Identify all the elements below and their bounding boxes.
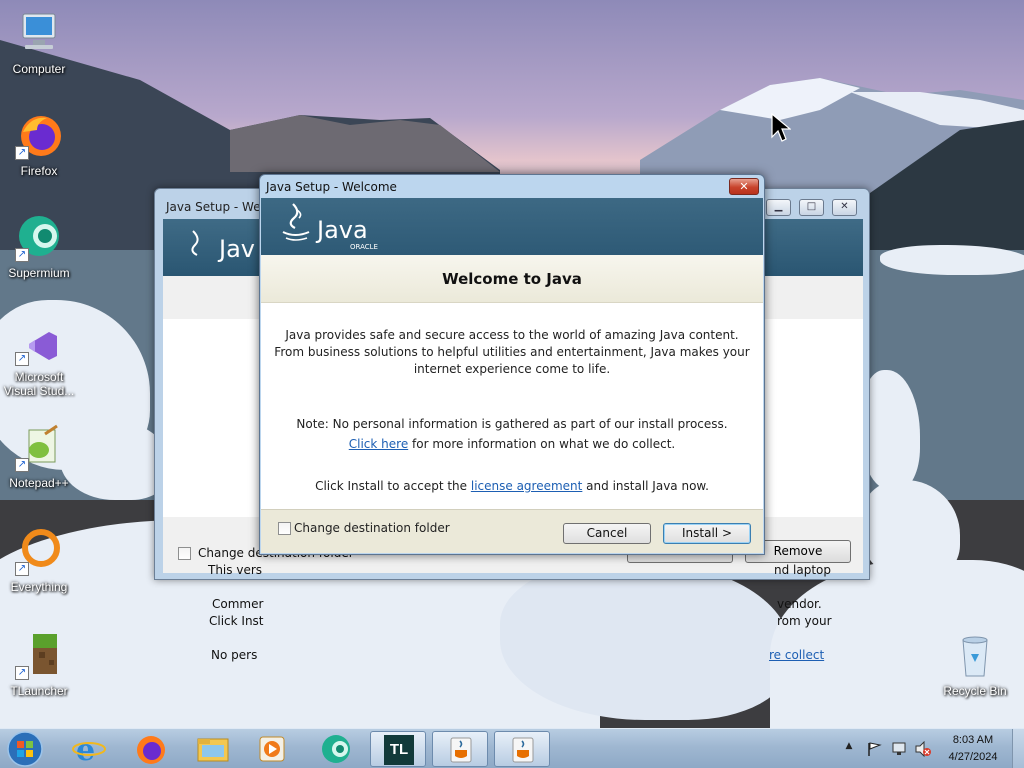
taskbar-supermium[interactable]: [308, 731, 364, 767]
shortcut-arrow-icon: ↗: [15, 562, 29, 576]
supermium-icon: [322, 735, 350, 763]
firefox-icon: [137, 736, 165, 764]
visual-studio-icon: ↗: [15, 326, 63, 366]
taskbar-tlauncher[interactable]: TL: [370, 731, 426, 767]
taskbar-file-explorer[interactable]: [184, 731, 240, 767]
cancel-button[interactable]: Cancel: [563, 523, 651, 544]
taskbar-java-setup-1[interactable]: [432, 731, 488, 767]
taskbar-media-player[interactable]: [244, 731, 300, 767]
taskbar-internet-explorer[interactable]: e: [62, 731, 118, 768]
minimize-button[interactable]: ▁: [766, 199, 791, 216]
start-button[interactable]: [6, 730, 44, 768]
everything-icon: ↗: [15, 528, 63, 576]
desktop-icon-label: Microsoft Visual Stud...: [3, 370, 75, 398]
firefox-icon: ↗: [15, 112, 63, 160]
desktop-icon-label: TLauncher: [10, 684, 68, 698]
desktop-icon-everything[interactable]: ↗ Everything: [0, 528, 78, 594]
license-agreement-link[interactable]: license agreement: [471, 479, 583, 493]
desktop-icon-supermium[interactable]: ↗ Supermium: [0, 214, 78, 280]
recycle-bin-icon: [951, 632, 999, 680]
background-text-line: vendor.: [777, 597, 822, 611]
java-cup-icon: [512, 737, 534, 763]
java-cup-icon: [450, 737, 472, 763]
more-info-line: Click here for more information on what …: [261, 437, 763, 451]
desktop-icon-label: Computer: [12, 62, 66, 76]
background-text-line: No pers: [211, 648, 258, 662]
install-instruction-suffix: and install Java now.: [582, 479, 709, 493]
media-player-icon: [259, 736, 285, 762]
background-text-line: rom your: [777, 614, 832, 628]
mouse-cursor-icon: [771, 113, 791, 142]
change-destination-checkbox[interactable]: [278, 522, 291, 535]
volume-muted-icon[interactable]: [914, 741, 932, 757]
intro-text-line: From business solutions to helpful utili…: [274, 345, 750, 359]
desktop-icon-label: Everything: [10, 580, 68, 594]
background-text-line: Commer: [212, 597, 264, 611]
welcome-heading: Welcome to Java: [442, 270, 582, 288]
install-button[interactable]: Install >: [663, 523, 751, 544]
background-text-line: nd laptop: [774, 563, 832, 577]
intro-text-line: internet experience come to life.: [413, 362, 611, 376]
network-icon[interactable]: [890, 741, 908, 757]
clock-date[interactable]: 4/27/2024: [940, 751, 1006, 763]
taskbar-firefox[interactable]: [122, 731, 178, 767]
install-instruction-prefix: Click Install to accept the: [315, 479, 471, 493]
show-desktop-button[interactable]: [1012, 729, 1024, 768]
desktop-icon-label: Recycle Bin: [943, 684, 1007, 698]
install-instruction: Click Install to accept the license agre…: [261, 479, 763, 493]
dialog-close-button[interactable]: ✕: [729, 178, 759, 195]
maximize-button[interactable]: □: [799, 199, 824, 216]
dialog-footer: Change destination folder Cancel Install…: [261, 509, 763, 553]
intro-text-line: Java provides safe and secure access to …: [285, 328, 739, 342]
desktop-icon-visual-studio[interactable]: ↗ Microsoft Visual Stud...: [0, 326, 78, 398]
desktop-icon-label: Notepad++: [9, 476, 69, 490]
folder-icon: [197, 738, 229, 762]
background-text-line: Click Inst: [209, 614, 264, 628]
java-setup-dialog: Java Setup - Welcome ✕ Java ORACLE Welco…: [259, 174, 765, 555]
dialog-client-area: Java ORACLE Welcome to Java Java provide…: [261, 198, 763, 553]
click-here-link[interactable]: Click here: [349, 437, 408, 451]
tlauncher-icon: ↗: [15, 632, 63, 680]
shortcut-arrow-icon: ↗: [15, 248, 29, 262]
oracle-logo-text: ORACLE: [350, 243, 378, 251]
welcome-header: Welcome to Java: [261, 255, 763, 303]
windows-logo-icon: [7, 731, 43, 767]
shortcut-arrow-icon: ↗: [15, 458, 29, 472]
notepadpp-icon: ↗: [15, 424, 63, 472]
svg-text:Jav: Jav: [217, 235, 255, 263]
desktop-icon-firefox[interactable]: ↗ Firefox: [0, 112, 78, 178]
desktop-icon-label: Supermium: [8, 266, 70, 280]
desktop-icon-computer[interactable]: Computer: [0, 10, 78, 76]
svg-text:e: e: [76, 733, 95, 767]
taskbar: e TL ▲ 8:03 AM 4/27/2024: [0, 728, 1024, 768]
background-text-line: This vers: [208, 563, 263, 577]
java-logo-icon: Java ORACLE: [282, 203, 378, 251]
action-center-flag-icon[interactable]: [866, 741, 882, 757]
supermium-icon: ↗: [15, 214, 63, 262]
computer-icon: [15, 10, 63, 58]
desktop-icon-tlauncher[interactable]: ↗ TLauncher: [0, 632, 78, 698]
show-hidden-icons-button[interactable]: ▲: [843, 741, 855, 755]
background-collect-link[interactable]: re collect: [769, 648, 824, 662]
tlauncher-icon: TL: [384, 735, 414, 765]
shortcut-arrow-icon: ↗: [15, 146, 29, 160]
close-button[interactable]: ✕: [832, 199, 857, 216]
desktop-icon-label: Firefox: [20, 164, 58, 178]
iceberg: [880, 245, 1024, 275]
background-window-title: Java Setup - Welc: [166, 200, 271, 214]
taskbar-java-setup-2[interactable]: [494, 731, 550, 767]
change-destination-label: Change destination folder: [294, 521, 450, 535]
java-logo-text: Java: [315, 216, 368, 244]
more-info-text: for more information on what we do colle…: [408, 437, 676, 451]
clock-time[interactable]: 8:03 AM: [940, 734, 1006, 746]
shortcut-arrow-icon: ↗: [15, 666, 29, 680]
background-destination-checkbox[interactable]: [178, 547, 191, 560]
privacy-note: Note: No personal information is gathere…: [296, 417, 728, 431]
dialog-title: Java Setup - Welcome: [266, 180, 397, 194]
desktop-icon-notepadpp[interactable]: ↗ Notepad++: [0, 424, 78, 490]
shortcut-arrow-icon: ↗: [15, 352, 29, 366]
java-banner: Java ORACLE: [261, 198, 763, 255]
desktop-icon-recycle-bin[interactable]: Recycle Bin: [936, 632, 1014, 698]
internet-explorer-icon: e: [72, 733, 106, 768]
